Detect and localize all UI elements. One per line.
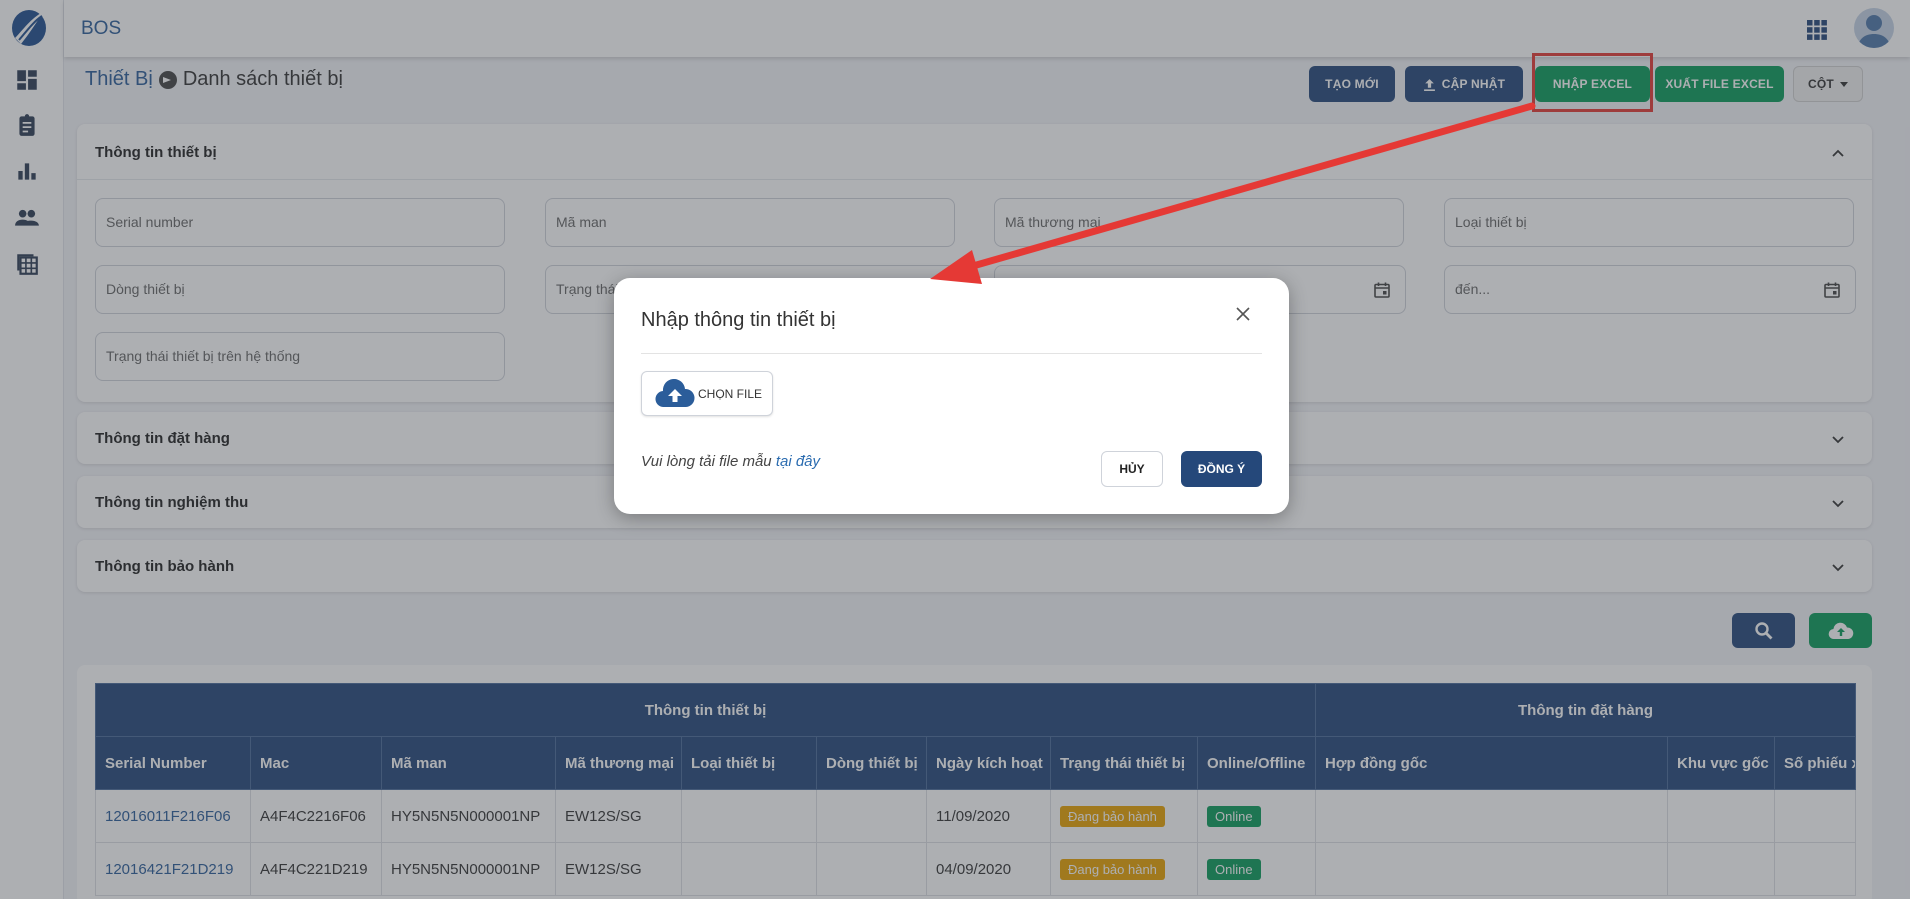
choose-file-label: CHỌN FILE [698, 386, 763, 401]
close-icon[interactable] [1235, 306, 1251, 322]
template-download-link[interactable]: tại đây [776, 453, 820, 470]
choose-file-button[interactable]: CHỌN FILE [641, 371, 773, 416]
import-dialog: Nhập thông tin thiết bị CHỌN FILE Vui lò… [614, 278, 1289, 514]
confirm-button[interactable]: ĐỒNG Ý [1181, 451, 1262, 487]
template-note-text: Vui lòng tải file mẫu [641, 453, 772, 470]
template-note: Vui lòng tải file mẫu tại đây [641, 453, 820, 470]
divider [641, 353, 1262, 354]
cloud-upload-icon [655, 378, 695, 407]
dialog-title: Nhập thông tin thiết bị [641, 309, 836, 331]
cancel-button[interactable]: HỦY [1101, 451, 1163, 487]
